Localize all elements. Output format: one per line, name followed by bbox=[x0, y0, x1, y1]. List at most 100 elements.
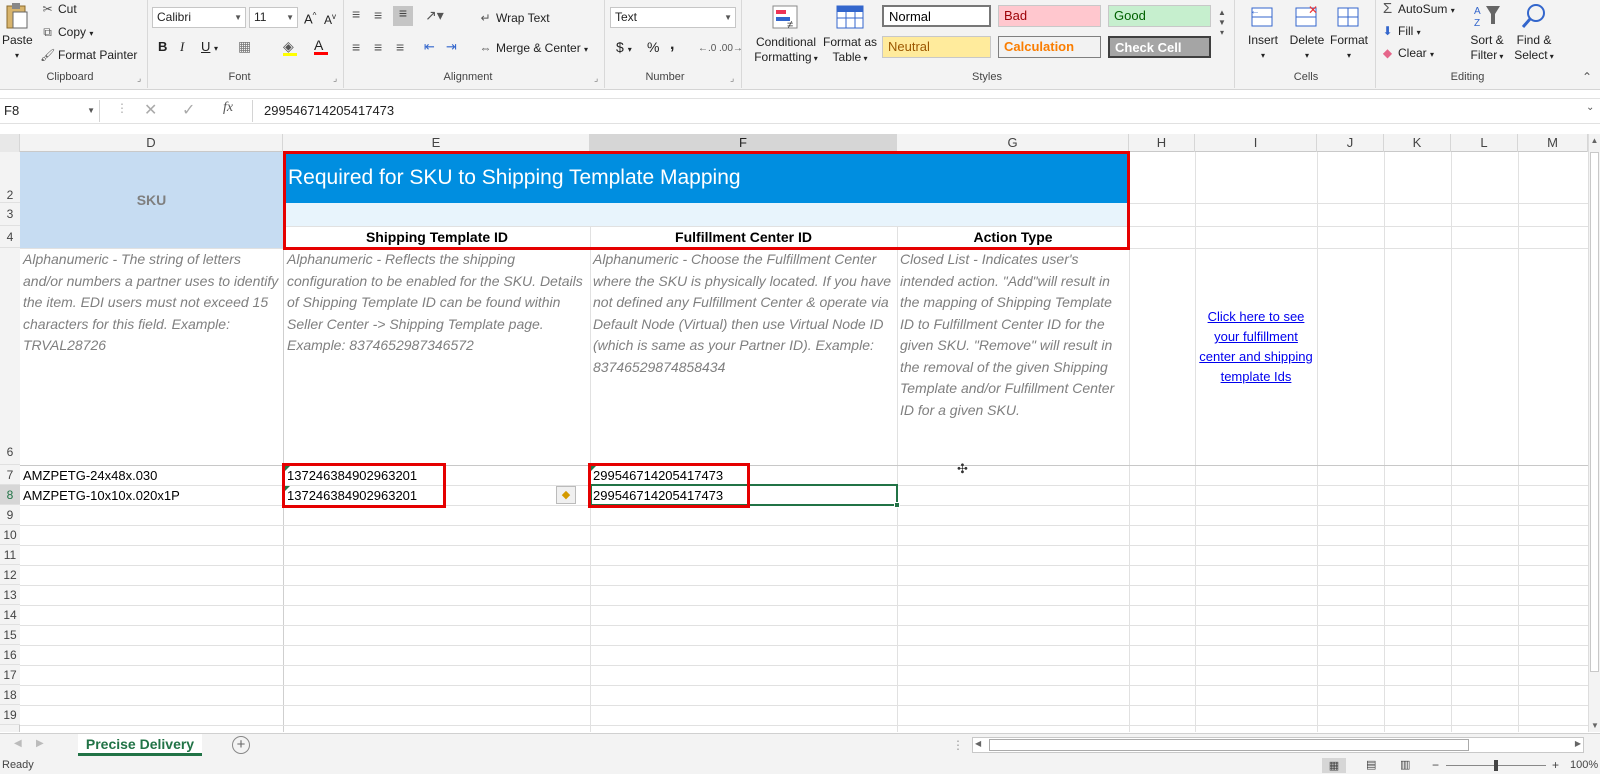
fill-handle[interactable] bbox=[894, 502, 900, 508]
page-break-icon[interactable]: ▥ bbox=[1400, 757, 1410, 774]
insert-function-button[interactable]: fx bbox=[223, 100, 233, 116]
underline-button[interactable]: U bbox=[201, 40, 210, 54]
style-neutral[interactable]: Neutral bbox=[882, 36, 991, 58]
cell-f7[interactable]: 299546714205417473 bbox=[590, 466, 897, 485]
row-header-18[interactable]: 18 bbox=[0, 685, 20, 705]
clear-button[interactable]: ◆ Clear ▾ bbox=[1380, 46, 1434, 62]
decrease-indent-icon[interactable]: ⇤ bbox=[424, 40, 435, 54]
grow-font-button[interactable]: A^ bbox=[304, 9, 316, 26]
cell-d7[interactable]: AMZPETG-24x48x.030 bbox=[20, 466, 283, 485]
font-color-icon[interactable]: A bbox=[314, 38, 328, 55]
increase-indent-icon[interactable]: ⇥ bbox=[446, 40, 457, 54]
scroll-down-icon[interactable]: ▼ bbox=[1589, 721, 1600, 730]
font-launcher-icon[interactable]: ⌟ bbox=[333, 73, 337, 84]
cell-e8[interactable]: 137246384902963201 bbox=[284, 486, 590, 505]
copy-button[interactable]: ⧉ Copy ▾ bbox=[40, 25, 93, 41]
column-header-l[interactable]: L bbox=[1451, 134, 1518, 152]
align-middle-icon[interactable]: ≡ bbox=[374, 8, 382, 22]
row-header-12[interactable]: 12 bbox=[0, 565, 20, 585]
comma-button[interactable]: , bbox=[670, 37, 674, 53]
row-header-19[interactable]: 19 bbox=[0, 705, 20, 725]
bold-button[interactable]: B bbox=[158, 40, 167, 54]
banner-subrow[interactable] bbox=[284, 203, 1129, 226]
number-format-select[interactable]: Text ▼ bbox=[610, 7, 736, 28]
style-calculation[interactable]: Calculation bbox=[998, 36, 1101, 58]
paste-button[interactable]: Paste ▾ bbox=[2, 2, 33, 63]
cell-d8[interactable]: AMZPETG-10x10x.020x1P bbox=[20, 486, 283, 505]
font-name-select[interactable]: Calibri ▼ bbox=[152, 7, 246, 28]
desc-shipping-template[interactable]: Alphanumeric - Reflects the shipping con… bbox=[284, 249, 590, 357]
paste-dropdown-icon[interactable]: ▾ bbox=[2, 48, 32, 63]
header-fulfillment-center-id[interactable]: Fulfillment Center ID bbox=[590, 226, 897, 248]
decrease-decimal-icon[interactable]: .00→ bbox=[719, 42, 743, 56]
borders-icon[interactable]: ▦ bbox=[238, 39, 251, 53]
banner-cell[interactable]: Required for SKU to Shipping Template Ma… bbox=[284, 152, 1129, 203]
row-header-4[interactable]: 4 bbox=[0, 226, 20, 248]
row-header-14[interactable]: 14 bbox=[0, 605, 20, 625]
vertical-scrollbar[interactable]: ▲ ▼ bbox=[1588, 134, 1600, 732]
chevron-down-icon[interactable]: ▾ bbox=[214, 42, 218, 56]
align-top-icon[interactable]: ≡ bbox=[352, 7, 360, 21]
style-check-cell[interactable]: Check Cell bbox=[1108, 36, 1211, 58]
format-as-table-button[interactable]: Format as Table ▾ bbox=[818, 4, 882, 66]
align-center-icon[interactable]: ≡ bbox=[374, 40, 382, 54]
next-sheet-icon[interactable]: ▶ bbox=[36, 738, 44, 749]
fulfillment-ids-link[interactable]: Click here to see your fulfillment cente… bbox=[1195, 307, 1317, 387]
currency-button[interactable]: $ ▾ bbox=[616, 40, 632, 57]
shrink-font-button[interactable]: Av bbox=[324, 10, 336, 27]
column-header-m[interactable]: M bbox=[1518, 134, 1588, 152]
scroll-up-icon[interactable]: ▲ bbox=[1589, 136, 1600, 145]
clipboard-launcher-icon[interactable]: ⌟ bbox=[137, 73, 141, 84]
number-launcher-icon[interactable]: ⌟ bbox=[730, 73, 734, 84]
italic-button[interactable]: I bbox=[180, 40, 184, 54]
header-action-type[interactable]: Action Type bbox=[897, 226, 1129, 248]
enter-icon[interactable]: ✓ bbox=[182, 100, 195, 120]
align-right-icon[interactable]: ≡ bbox=[396, 40, 404, 54]
desc-fulfillment-center[interactable]: Alphanumeric - Choose the Fulfillment Ce… bbox=[590, 249, 897, 378]
format-button[interactable]: Format ▾ bbox=[1324, 2, 1374, 63]
find-select-button[interactable]: Find & Select ▾ bbox=[1510, 2, 1558, 64]
header-shipping-template-id[interactable]: Shipping Template ID bbox=[284, 226, 590, 248]
scroll-left-icon[interactable]: ◀ bbox=[975, 739, 981, 748]
column-header-k[interactable]: K bbox=[1384, 134, 1451, 152]
row-header-17[interactable]: 17 bbox=[0, 665, 20, 685]
column-header-d[interactable]: D bbox=[20, 134, 283, 152]
style-bad[interactable]: Bad bbox=[998, 5, 1101, 27]
merge-center-button[interactable]: ⇔ Merge & Center ▾ bbox=[478, 41, 589, 57]
row-header-15[interactable]: 15 bbox=[0, 625, 20, 645]
column-header-f[interactable]: F bbox=[590, 134, 897, 152]
orientation-icon[interactable]: ↗▾ bbox=[425, 8, 444, 22]
normal-view-icon[interactable]: ▦ bbox=[1322, 758, 1346, 773]
row-header-10[interactable]: 10 bbox=[0, 525, 20, 545]
expand-formula-icon[interactable]: ⌄ bbox=[1586, 102, 1594, 113]
insert-button[interactable]: ← Insert ▾ bbox=[1238, 2, 1288, 63]
row-header-7[interactable]: 7 bbox=[0, 465, 20, 485]
increase-decimal-icon[interactable]: ←.0 bbox=[698, 42, 716, 56]
conditional-formatting-button[interactable]: ≠ Conditional Formatting ▾ bbox=[746, 4, 826, 66]
desc-sku[interactable]: Alphanumeric - The string of letters and… bbox=[20, 249, 283, 357]
column-header-e[interactable]: E bbox=[283, 134, 590, 152]
style-normal[interactable]: Normal bbox=[882, 5, 991, 27]
sort-filter-button[interactable]: AZ Sort & Filter ▾ bbox=[1463, 2, 1511, 64]
style-good[interactable]: Good bbox=[1108, 5, 1211, 27]
sheet-tab-precise-delivery[interactable]: Precise Delivery bbox=[78, 734, 202, 756]
autosum-button[interactable]: Σ AutoSum ▾ bbox=[1380, 1, 1455, 18]
fill-color-icon[interactable]: ◈ bbox=[283, 39, 297, 56]
sku-header-cell[interactable]: SKU bbox=[20, 152, 283, 248]
format-painter-button[interactable]: 🖌 Format Painter bbox=[40, 48, 137, 62]
horizontal-scrollbar[interactable]: ◀ ▶ bbox=[972, 737, 1584, 753]
row-header-16[interactable]: 16 bbox=[0, 645, 20, 665]
collapse-ribbon-icon[interactable]: ⌃ bbox=[1582, 70, 1592, 84]
row-header-6[interactable]: 6 bbox=[0, 248, 20, 465]
row-header-13[interactable]: 13 bbox=[0, 585, 20, 605]
desc-action-type[interactable]: Closed List - Indicates user's intended … bbox=[897, 249, 1129, 421]
row-header-9[interactable]: 9 bbox=[0, 505, 20, 525]
align-left-icon[interactable]: ≡ bbox=[352, 40, 360, 54]
page-layout-icon[interactable]: ▤ bbox=[1366, 757, 1376, 774]
percent-button[interactable]: % bbox=[647, 40, 659, 54]
scroll-thumb[interactable] bbox=[989, 739, 1469, 751]
zoom-in-icon[interactable]: + bbox=[1552, 757, 1559, 774]
row-header-11[interactable]: 11 bbox=[0, 545, 20, 565]
wrap-text-button[interactable]: ↵ Wrap Text bbox=[478, 11, 549, 25]
cell-e7[interactable]: 137246384902963201 bbox=[284, 466, 590, 485]
